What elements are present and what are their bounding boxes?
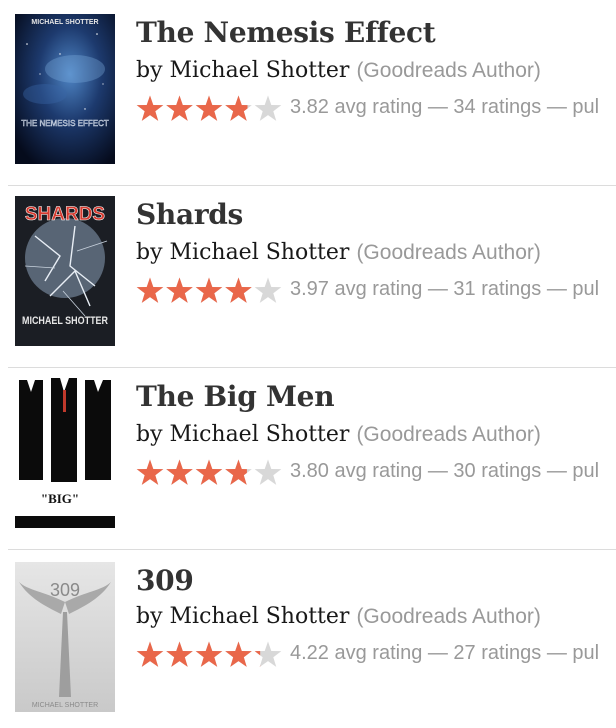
star-fill	[166, 641, 193, 667]
author-name[interactable]: Michael Shotter	[170, 58, 350, 83]
minirating-text: 3.80 avg rating — 30 ratings — pul	[290, 460, 600, 482]
by-label: by	[136, 240, 163, 265]
minirating-text: 3.97 avg rating — 31 ratings — pul	[290, 278, 600, 300]
star-fill	[195, 641, 223, 667]
byline: by Michael Shotter (Goodreads Author)	[136, 240, 541, 265]
star-rating	[136, 95, 282, 121]
star-fill	[166, 95, 193, 121]
star-icon	[254, 277, 282, 303]
by-label: by	[136, 422, 163, 447]
author-badge: (Goodreads Author)	[356, 59, 541, 82]
cover-title-text: THE NEMESIS EFFECT	[21, 119, 109, 128]
star-rating	[136, 277, 282, 303]
book-row: "BIG" The Big Men by Michael Shotter (Go…	[0, 364, 616, 546]
by-label: by	[136, 58, 163, 83]
book-cover[interactable]: "BIG"	[15, 378, 115, 528]
book-cover-image: SHARDS MICHAEL SHOTTER	[15, 196, 115, 346]
cover-author-text: 309	[50, 580, 80, 600]
star-fill	[136, 459, 164, 485]
cover-author-text: MICHAEL SHOTTER	[31, 19, 98, 26]
star-fill	[225, 277, 252, 303]
star-fill	[166, 459, 193, 485]
author-badge: (Goodreads Author)	[356, 241, 541, 264]
author-badge: (Goodreads Author)	[356, 423, 541, 446]
author-name[interactable]: Michael Shotter	[170, 604, 350, 629]
star-icon	[254, 95, 282, 121]
book-title[interactable]: 309	[136, 564, 194, 597]
author-name[interactable]: Michael Shotter	[170, 422, 350, 447]
book-cover[interactable]: 309 MICHAEL SHOTTER	[15, 562, 115, 712]
star-fill	[136, 277, 164, 303]
byline: by Michael Shotter (Goodreads Author)	[136, 58, 541, 83]
star-fill	[195, 277, 223, 303]
book-row: 309 MICHAEL SHOTTER 309 by Michael Shott…	[0, 546, 616, 728]
star-fill	[195, 95, 223, 121]
book-cover[interactable]: MICHAEL SHOTTER THE NEMESIS EFFECT	[15, 14, 115, 164]
star-fill	[136, 95, 164, 121]
star-icon	[254, 459, 282, 485]
star-rating	[136, 459, 282, 485]
book-row: MICHAEL SHOTTER THE NEMESIS EFFECT The N…	[0, 0, 616, 182]
cover-title-text: "BIG"	[41, 491, 79, 506]
cover-title-text: MICHAEL SHOTTER	[22, 315, 108, 327]
cover-author-text: SHARDS	[25, 204, 105, 225]
byline: by Michael Shotter (Goodreads Author)	[136, 604, 541, 629]
book-cover[interactable]: SHARDS MICHAEL SHOTTER	[15, 196, 115, 346]
book-title[interactable]: The Big Men	[136, 380, 335, 413]
book-title[interactable]: The Nemesis Effect	[136, 16, 436, 49]
star-fill	[225, 641, 252, 667]
star-fill	[195, 459, 223, 485]
star-rating	[136, 641, 282, 667]
book-title[interactable]: Shards	[136, 198, 243, 231]
book-row: SHARDS MICHAEL SHOTTER Shards by Michael…	[0, 182, 616, 364]
book-cover-image: "BIG"	[15, 378, 115, 528]
book-cover-image: MICHAEL SHOTTER THE NEMESIS EFFECT	[15, 14, 115, 164]
star-fill	[166, 277, 193, 303]
author-badge: (Goodreads Author)	[356, 605, 541, 628]
minirating-text: 3.82 avg rating — 34 ratings — pul	[290, 96, 600, 118]
by-label: by	[136, 604, 163, 629]
cover-title-text: MICHAEL SHOTTER	[32, 702, 98, 709]
star-fill	[136, 641, 164, 667]
byline: by Michael Shotter (Goodreads Author)	[136, 422, 541, 447]
author-name[interactable]: Michael Shotter	[170, 240, 350, 265]
book-cover-image: 309 MICHAEL SHOTTER	[15, 562, 115, 712]
minirating-text: 4.22 avg rating — 27 ratings — pul	[290, 642, 600, 664]
